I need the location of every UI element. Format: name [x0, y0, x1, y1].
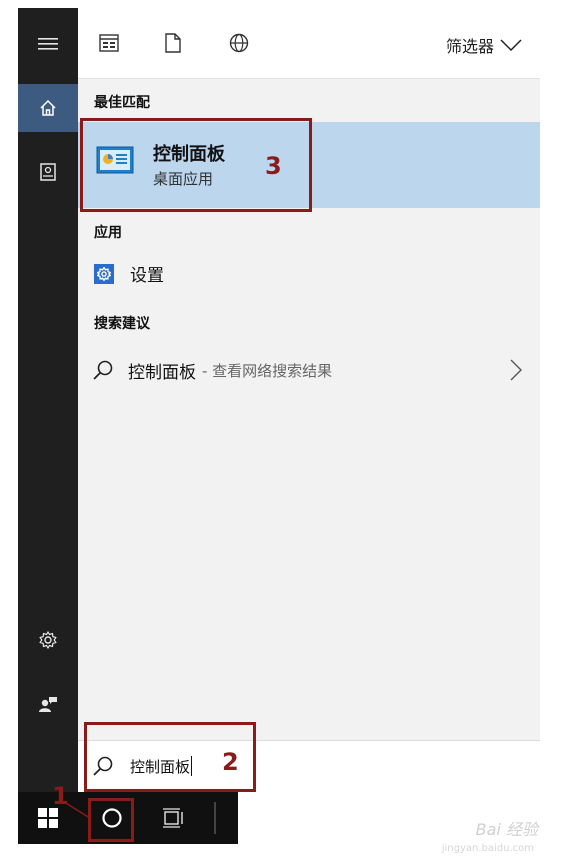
- annotation-number-3: 3: [265, 152, 282, 180]
- menu-button[interactable]: [18, 20, 78, 68]
- feedback-button[interactable]: [18, 680, 78, 728]
- windows-logo-icon: [38, 808, 58, 828]
- best-match-heading: 最佳匹配: [94, 95, 150, 111]
- filter-dropdown[interactable]: 筛选器: [446, 33, 522, 57]
- suggestions-heading: 搜索建议: [94, 316, 150, 332]
- web-suggestion-item[interactable]: 控制面板 - 查看网络搜索结果: [92, 353, 528, 387]
- hamburger-icon: [38, 38, 58, 50]
- search-scope-bar: 筛选器: [78, 8, 540, 79]
- settings-button[interactable]: [18, 616, 78, 664]
- web-scope-button[interactable]: [228, 32, 250, 54]
- annotation-pointer-line: [63, 801, 91, 819]
- suggestion-term: 控制面板: [128, 362, 196, 383]
- start-rail: [18, 8, 78, 792]
- search-icon: [93, 360, 113, 380]
- notebook-icon: [40, 163, 56, 181]
- feedback-icon: [39, 697, 57, 712]
- web-icon: [229, 33, 249, 53]
- task-view-icon: [163, 808, 183, 828]
- settings-app-icon: [94, 263, 114, 284]
- apps-icon: [99, 34, 119, 52]
- filter-label: 筛选器: [445, 37, 494, 56]
- watermark-text: Bai 经验: [475, 820, 538, 839]
- chevron-right-icon: [510, 359, 522, 381]
- documents-scope-button[interactable]: [162, 32, 184, 54]
- settings-icon: [39, 630, 57, 650]
- document-icon: [165, 33, 181, 53]
- chevron-down-icon: [500, 39, 522, 51]
- settings-app-item[interactable]: 设置: [94, 261, 164, 286]
- settings-app-label: 设置: [130, 266, 164, 286]
- apps-scope-button[interactable]: [98, 32, 120, 54]
- home-button[interactable]: [18, 84, 78, 132]
- watermark-subtext: jingyan.baidu.com: [441, 843, 534, 854]
- task-view-button[interactable]: [156, 792, 190, 844]
- notebook-button[interactable]: [18, 148, 78, 196]
- gear-icon: [97, 266, 111, 281]
- suggestion-hint: - 查看网络搜索结果: [202, 361, 333, 380]
- home-icon: [40, 99, 56, 116]
- taskbar-divider: [214, 802, 216, 834]
- annotation-number-2: 2: [222, 748, 239, 776]
- annotation-box-cortana: [88, 798, 134, 842]
- apps-heading: 应用: [94, 225, 122, 241]
